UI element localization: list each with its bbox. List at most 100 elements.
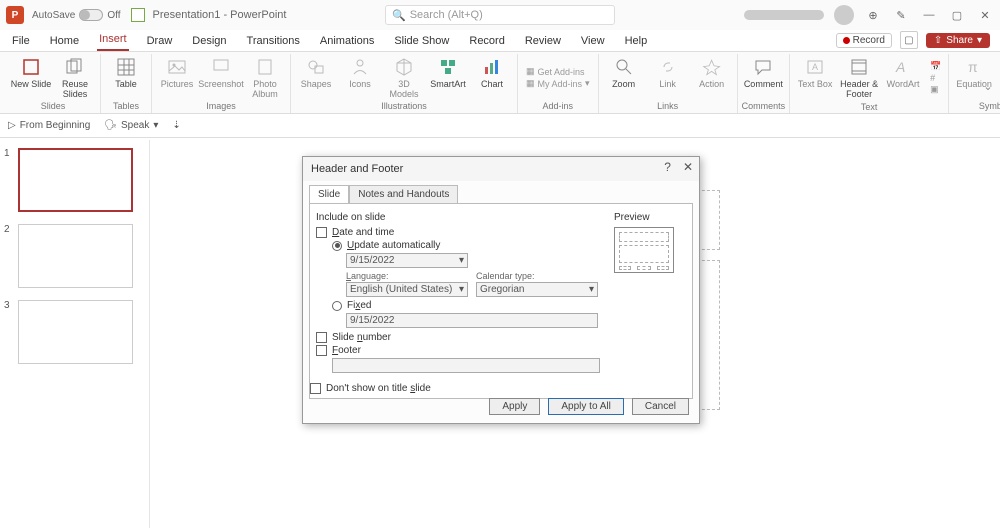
new-slide-label: New Slide (11, 80, 52, 90)
autosave-toggle[interactable]: AutoSave Off (32, 9, 121, 21)
thumb-2-row[interactable]: 2 (4, 224, 145, 288)
update-auto-radio[interactable] (332, 241, 342, 251)
minimize-button[interactable]: — (920, 6, 938, 24)
smartart-button[interactable]: SmartArt (427, 54, 469, 101)
object-icon[interactable]: ▣ (930, 84, 940, 95)
new-slide-button[interactable]: New Slide (10, 54, 52, 101)
get-addins-button[interactable]: ▦Get Add-ins (526, 66, 590, 77)
apply-to-all-button[interactable]: Apply to All (548, 398, 623, 415)
present-button[interactable]: ▢ (900, 31, 918, 49)
tab-draw[interactable]: Draw (145, 35, 175, 51)
overflow-button[interactable]: ⇣ (172, 120, 180, 131)
link-button[interactable]: Link (647, 54, 689, 101)
save-icon[interactable] (131, 8, 145, 22)
calendar-label: Calendar type: (476, 271, 598, 281)
chart-button[interactable]: Chart (471, 54, 513, 101)
speak-label: Speak (121, 120, 149, 131)
screenshot-button[interactable]: Screenshot (200, 54, 242, 101)
pen-icon[interactable]: ✎ (892, 6, 910, 24)
shapes-button[interactable]: Shapes (295, 54, 337, 101)
fixed-date-input[interactable] (346, 313, 598, 328)
pictures-button[interactable]: Pictures (156, 54, 198, 101)
zoom-button[interactable]: Zoom (603, 54, 645, 101)
close-window-button[interactable]: ✕ (976, 6, 994, 24)
slide-number-checkbox[interactable] (316, 332, 327, 343)
slide-thumb-3[interactable] (18, 300, 133, 364)
thumb-3-row[interactable]: 3 (4, 300, 145, 364)
app-options-icon[interactable]: ⊕ (864, 6, 882, 24)
tab-home[interactable]: Home (48, 35, 81, 51)
from-beginning-button[interactable]: ▷From Beginning (8, 120, 90, 131)
record-button[interactable]: Record (836, 33, 892, 48)
dialog-tab-notes[interactable]: Notes and Handouts (349, 185, 458, 203)
share-button[interactable]: ⇧Share▾ (926, 33, 990, 48)
toggle-switch[interactable] (79, 9, 103, 21)
tab-design[interactable]: Design (190, 35, 228, 51)
dialog-tab-slide[interactable]: Slide (309, 185, 349, 203)
my-addins-button[interactable]: ▦My Add-ins▾ (526, 78, 590, 89)
record-dot-icon (843, 37, 850, 44)
action-label: Action (699, 80, 724, 90)
chevron-down-icon: ▾ (459, 284, 464, 295)
maximize-button[interactable]: ▢ (948, 6, 966, 24)
quick-access-bar: ▷From Beginning 🗣Speak▾ ⇣ (0, 114, 1000, 138)
fixed-radio[interactable] (332, 301, 342, 311)
group-images: Pictures Screenshot Photo Album Images (152, 54, 291, 113)
tab-file[interactable]: File (10, 35, 32, 51)
slide-number-icon[interactable]: # (930, 73, 940, 83)
tab-insert[interactable]: Insert (97, 33, 129, 51)
dialog-close-button[interactable]: ✕ (683, 160, 693, 174)
tab-slideshow[interactable]: Slide Show (392, 35, 451, 51)
slide-thumb-2[interactable] (18, 224, 133, 288)
pictures-icon (166, 56, 188, 78)
tab-review[interactable]: Review (523, 35, 563, 51)
ribbon: New Slide Reuse Slides Slides Table Tabl… (0, 52, 1000, 114)
user-name[interactable] (744, 10, 824, 20)
textbox-icon: A (804, 56, 826, 78)
language-select[interactable]: English (United States)▾ (346, 282, 468, 297)
3d-models-button[interactable]: 3D Models (383, 54, 425, 101)
cancel-button[interactable]: Cancel (632, 398, 689, 415)
calendar-select[interactable]: Gregorian▾ (476, 282, 598, 297)
link-label: Link (659, 80, 676, 90)
smartart-label: SmartArt (430, 80, 466, 90)
tab-record[interactable]: Record (467, 35, 506, 51)
thumb-1-row[interactable]: 1 (4, 148, 145, 212)
tab-view[interactable]: View (579, 35, 607, 51)
title-bar: P AutoSave Off Presentation1 - PowerPoin… (0, 0, 1000, 30)
tab-transitions[interactable]: Transitions (245, 35, 302, 51)
slide-thumb-1[interactable] (18, 148, 133, 212)
photo-album-button[interactable]: Photo Album (244, 54, 286, 101)
chevron-down-icon: ▾ (977, 35, 982, 46)
footer-checkbox[interactable] (316, 345, 327, 356)
user-avatar[interactable] (834, 5, 854, 25)
update-auto-label: Update automatically (347, 240, 440, 251)
wordart-button[interactable]: AWordArt (882, 54, 924, 102)
group-label-comments: Comments (742, 101, 786, 113)
date-time-icon[interactable]: 📅 (930, 61, 940, 72)
datetime-checkbox[interactable] (316, 227, 327, 238)
textbox-button[interactable]: AText Box (794, 54, 836, 102)
apply-button[interactable]: Apply (489, 398, 540, 415)
date-format-select[interactable]: 9/15/2022▾ (346, 253, 468, 268)
action-button[interactable]: Action (691, 54, 733, 101)
album-label: Photo Album (244, 80, 286, 100)
speak-button[interactable]: 🗣Speak▾ (104, 120, 158, 131)
reuse-slides-button[interactable]: Reuse Slides (54, 54, 96, 101)
footer-input[interactable] (332, 358, 600, 373)
thumb-num: 2 (4, 224, 14, 288)
play-icon: ▷ (8, 120, 16, 131)
comment-button[interactable]: Comment (742, 54, 784, 101)
search-box[interactable]: 🔍 Search (Alt+Q) (385, 5, 615, 25)
group-label-tables: Tables (113, 101, 139, 113)
table-button[interactable]: Table (105, 54, 147, 101)
tab-help[interactable]: Help (623, 35, 650, 51)
icons-button[interactable]: Icons (339, 54, 381, 101)
dont-show-checkbox[interactable] (310, 383, 321, 394)
header-footer-button[interactable]: Header & Footer (838, 54, 880, 102)
dialog-help-button[interactable]: ? (664, 160, 671, 174)
tab-animations[interactable]: Animations (318, 35, 376, 51)
share-label: Share (946, 35, 973, 46)
ribbon-collapse-button[interactable]: ⌄ (980, 61, 996, 111)
dialog-tabs: Slide Notes and Handouts (303, 181, 699, 203)
